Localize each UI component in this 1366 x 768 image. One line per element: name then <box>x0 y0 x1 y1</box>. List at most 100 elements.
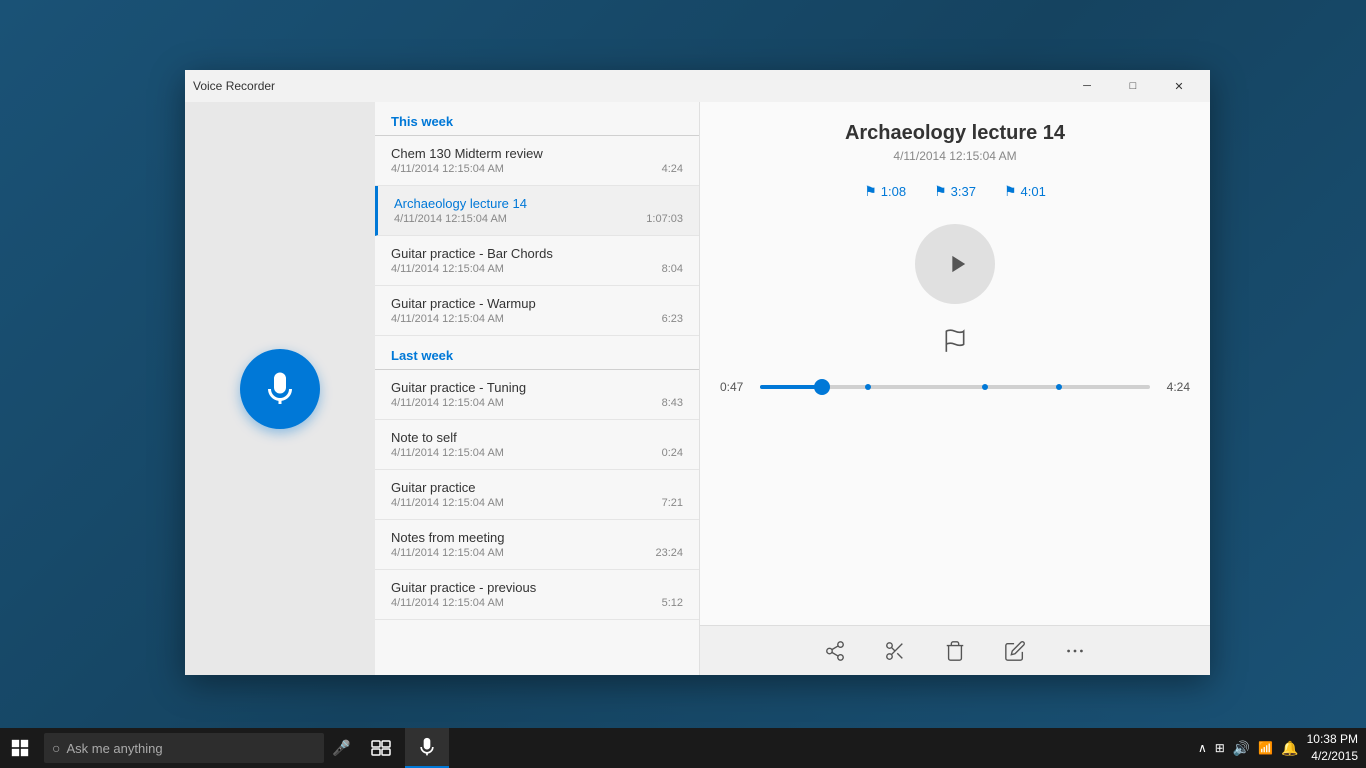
recording-duration: 1:07:03 <box>646 213 683 225</box>
title-bar-controls: ─ □ ✕ <box>1064 70 1202 102</box>
marker-time-3: 4:01 <box>1021 184 1046 199</box>
right-panel: Archaeology lecture 14 4/11/2014 12:15:0… <box>700 102 1210 675</box>
recording-item[interactable]: Notes from meeting 4/11/2014 12:15:04 AM… <box>375 520 699 570</box>
more-button[interactable] <box>1059 635 1091 667</box>
marker-dot-1 <box>865 384 871 390</box>
notification-icon[interactable]: 🔔 <box>1281 740 1298 757</box>
recording-meta: 4/11/2014 12:15:04 AM 1:07:03 <box>394 213 683 225</box>
recording-date: 4/11/2014 12:15:04 AM <box>394 213 507 225</box>
taskbar-app-voice-recorder[interactable] <box>405 728 449 768</box>
progress-thumb[interactable] <box>814 379 830 395</box>
volume-icon[interactable]: 🔊 <box>1233 740 1250 757</box>
recording-item[interactable]: Guitar practice - previous 4/11/2014 12:… <box>375 570 699 620</box>
delete-button[interactable] <box>939 635 971 667</box>
share-button[interactable] <box>819 635 851 667</box>
recording-name: Notes from meeting <box>391 530 683 545</box>
flag-icon <box>942 328 968 354</box>
rename-button[interactable] <box>999 635 1031 667</box>
left-panel <box>185 102 375 675</box>
microphone-icon <box>262 371 298 407</box>
recording-duration: 8:04 <box>662 263 683 275</box>
title-bar: Voice Recorder ─ □ ✕ <box>185 70 1210 102</box>
recording-name: Note to self <box>391 430 683 445</box>
recording-duration: 8:43 <box>662 397 683 409</box>
recording-item-selected[interactable]: Archaeology lecture 14 4/11/2014 12:15:0… <box>375 186 699 236</box>
recording-date: 4/11/2014 12:15:04 AM <box>391 263 504 275</box>
recording-item[interactable]: Guitar practice - Bar Chords 4/11/2014 1… <box>375 236 699 286</box>
progress-fill <box>760 385 822 389</box>
close-button[interactable]: ✕ <box>1156 70 1202 102</box>
marker-3[interactable]: ⚑ 4:01 <box>1004 183 1046 200</box>
recording-name: Guitar practice <box>391 480 683 495</box>
recording-duration: 6:23 <box>662 313 683 325</box>
recording-name: Chem 130 Midterm review <box>391 146 683 161</box>
total-time: 4:24 <box>1160 380 1190 394</box>
section-header-this-week: This week <box>375 102 699 136</box>
recording-date: 4/11/2014 12:15:04 AM <box>391 397 504 409</box>
taskbar-mic-icon[interactable]: 🎤 <box>332 739 351 757</box>
recording-item[interactable]: Note to self 4/11/2014 12:15:04 AM 0:24 <box>375 420 699 470</box>
recording-name: Guitar practice - Tuning <box>391 380 683 395</box>
add-flag-button[interactable] <box>942 328 968 360</box>
recording-duration: 23:24 <box>655 547 683 559</box>
share-icon <box>824 640 846 662</box>
record-button[interactable] <box>240 349 320 429</box>
section-header-last-week: Last week <box>375 336 699 370</box>
recording-meta: 4/11/2014 12:15:04 AM 0:24 <box>391 447 683 459</box>
recording-item[interactable]: Guitar practice 4/11/2014 12:15:04 AM 7:… <box>375 470 699 520</box>
taskbar-time-display: 10:38 PM <box>1307 731 1358 748</box>
task-view-icon <box>371 738 391 758</box>
marker-time-1: 1:08 <box>881 184 906 199</box>
network-icon[interactable]: 📶 <box>1258 741 1273 755</box>
recording-meta: 4/11/2014 12:15:04 AM 4:24 <box>391 163 683 175</box>
marker-time-2: 3:37 <box>951 184 976 199</box>
recording-name: Guitar practice - Bar Chords <box>391 246 683 261</box>
marker-2[interactable]: ⚑ 3:37 <box>934 183 976 200</box>
recording-duration: 0:24 <box>662 447 683 459</box>
trim-button[interactable] <box>879 635 911 667</box>
player-date: 4/11/2014 12:15:04 AM <box>893 149 1016 163</box>
recording-item[interactable]: Chem 130 Midterm review 4/11/2014 12:15:… <box>375 136 699 186</box>
recording-date: 4/11/2014 12:15:04 AM <box>391 447 504 459</box>
minimize-button[interactable]: ─ <box>1064 70 1110 102</box>
flag-icon-1: ⚑ <box>864 183 877 200</box>
recording-meta: 4/11/2014 12:15:04 AM 5:12 <box>391 597 683 609</box>
maximize-button[interactable]: □ <box>1110 70 1156 102</box>
start-button[interactable] <box>0 728 40 768</box>
recording-item[interactable]: Guitar practice - Tuning 4/11/2014 12:15… <box>375 370 699 420</box>
progress-bar[interactable] <box>760 385 1150 389</box>
edit-icon <box>1004 640 1026 662</box>
taskbar-app-task-view[interactable] <box>359 728 403 768</box>
taskbar-date-display: 4/2/2015 <box>1307 748 1358 765</box>
recording-meta: 4/11/2014 12:15:04 AM 23:24 <box>391 547 683 559</box>
taskbar-clock[interactable]: 10:38 PM 4/2/2015 <box>1307 731 1358 765</box>
recording-date: 4/11/2014 12:15:04 AM <box>391 497 504 509</box>
voice-recorder-taskbar-icon <box>417 737 437 757</box>
taskbar-right: ∧ ⊞ 🔊 📶 🔔 10:38 PM 4/2/2015 <box>1198 731 1366 765</box>
flag-icon-2: ⚑ <box>934 183 947 200</box>
recording-name: Guitar practice - previous <box>391 580 683 595</box>
taskbar-search[interactable]: ○ Ask me anything <box>44 733 324 763</box>
play-icon <box>943 250 971 278</box>
taskbar-apps <box>359 728 449 768</box>
recording-duration: 4:24 <box>662 163 683 175</box>
trash-icon <box>944 640 966 662</box>
flag-icon-3: ⚑ <box>1004 183 1017 200</box>
more-icon <box>1064 640 1086 662</box>
app-window: Voice Recorder ─ □ ✕ This week <box>185 70 1210 675</box>
search-placeholder: Ask me anything <box>66 741 162 756</box>
taskbar: ○ Ask me anything 🎤 ∧ ⊞ 🔊 <box>0 728 1366 768</box>
marker-1[interactable]: ⚑ 1:08 <box>864 183 906 200</box>
player-markers: ⚑ 1:08 ⚑ 3:37 ⚑ 4:01 <box>864 183 1046 200</box>
recording-duration: 5:12 <box>662 597 683 609</box>
taskbar-language-icon[interactable]: ⊞ <box>1215 741 1225 755</box>
recording-item[interactable]: Guitar practice - Warmup 4/11/2014 12:15… <box>375 286 699 336</box>
recording-meta: 4/11/2014 12:15:04 AM 8:43 <box>391 397 683 409</box>
recording-list: This week Chem 130 Midterm review 4/11/2… <box>375 102 700 675</box>
recording-meta: 4/11/2014 12:15:04 AM 8:04 <box>391 263 683 275</box>
chevron-up-icon[interactable]: ∧ <box>1198 741 1207 755</box>
recording-name: Guitar practice - Warmup <box>391 296 683 311</box>
play-button[interactable] <box>915 224 995 304</box>
recording-date: 4/11/2014 12:15:04 AM <box>391 313 504 325</box>
recording-meta: 4/11/2014 12:15:04 AM 7:21 <box>391 497 683 509</box>
